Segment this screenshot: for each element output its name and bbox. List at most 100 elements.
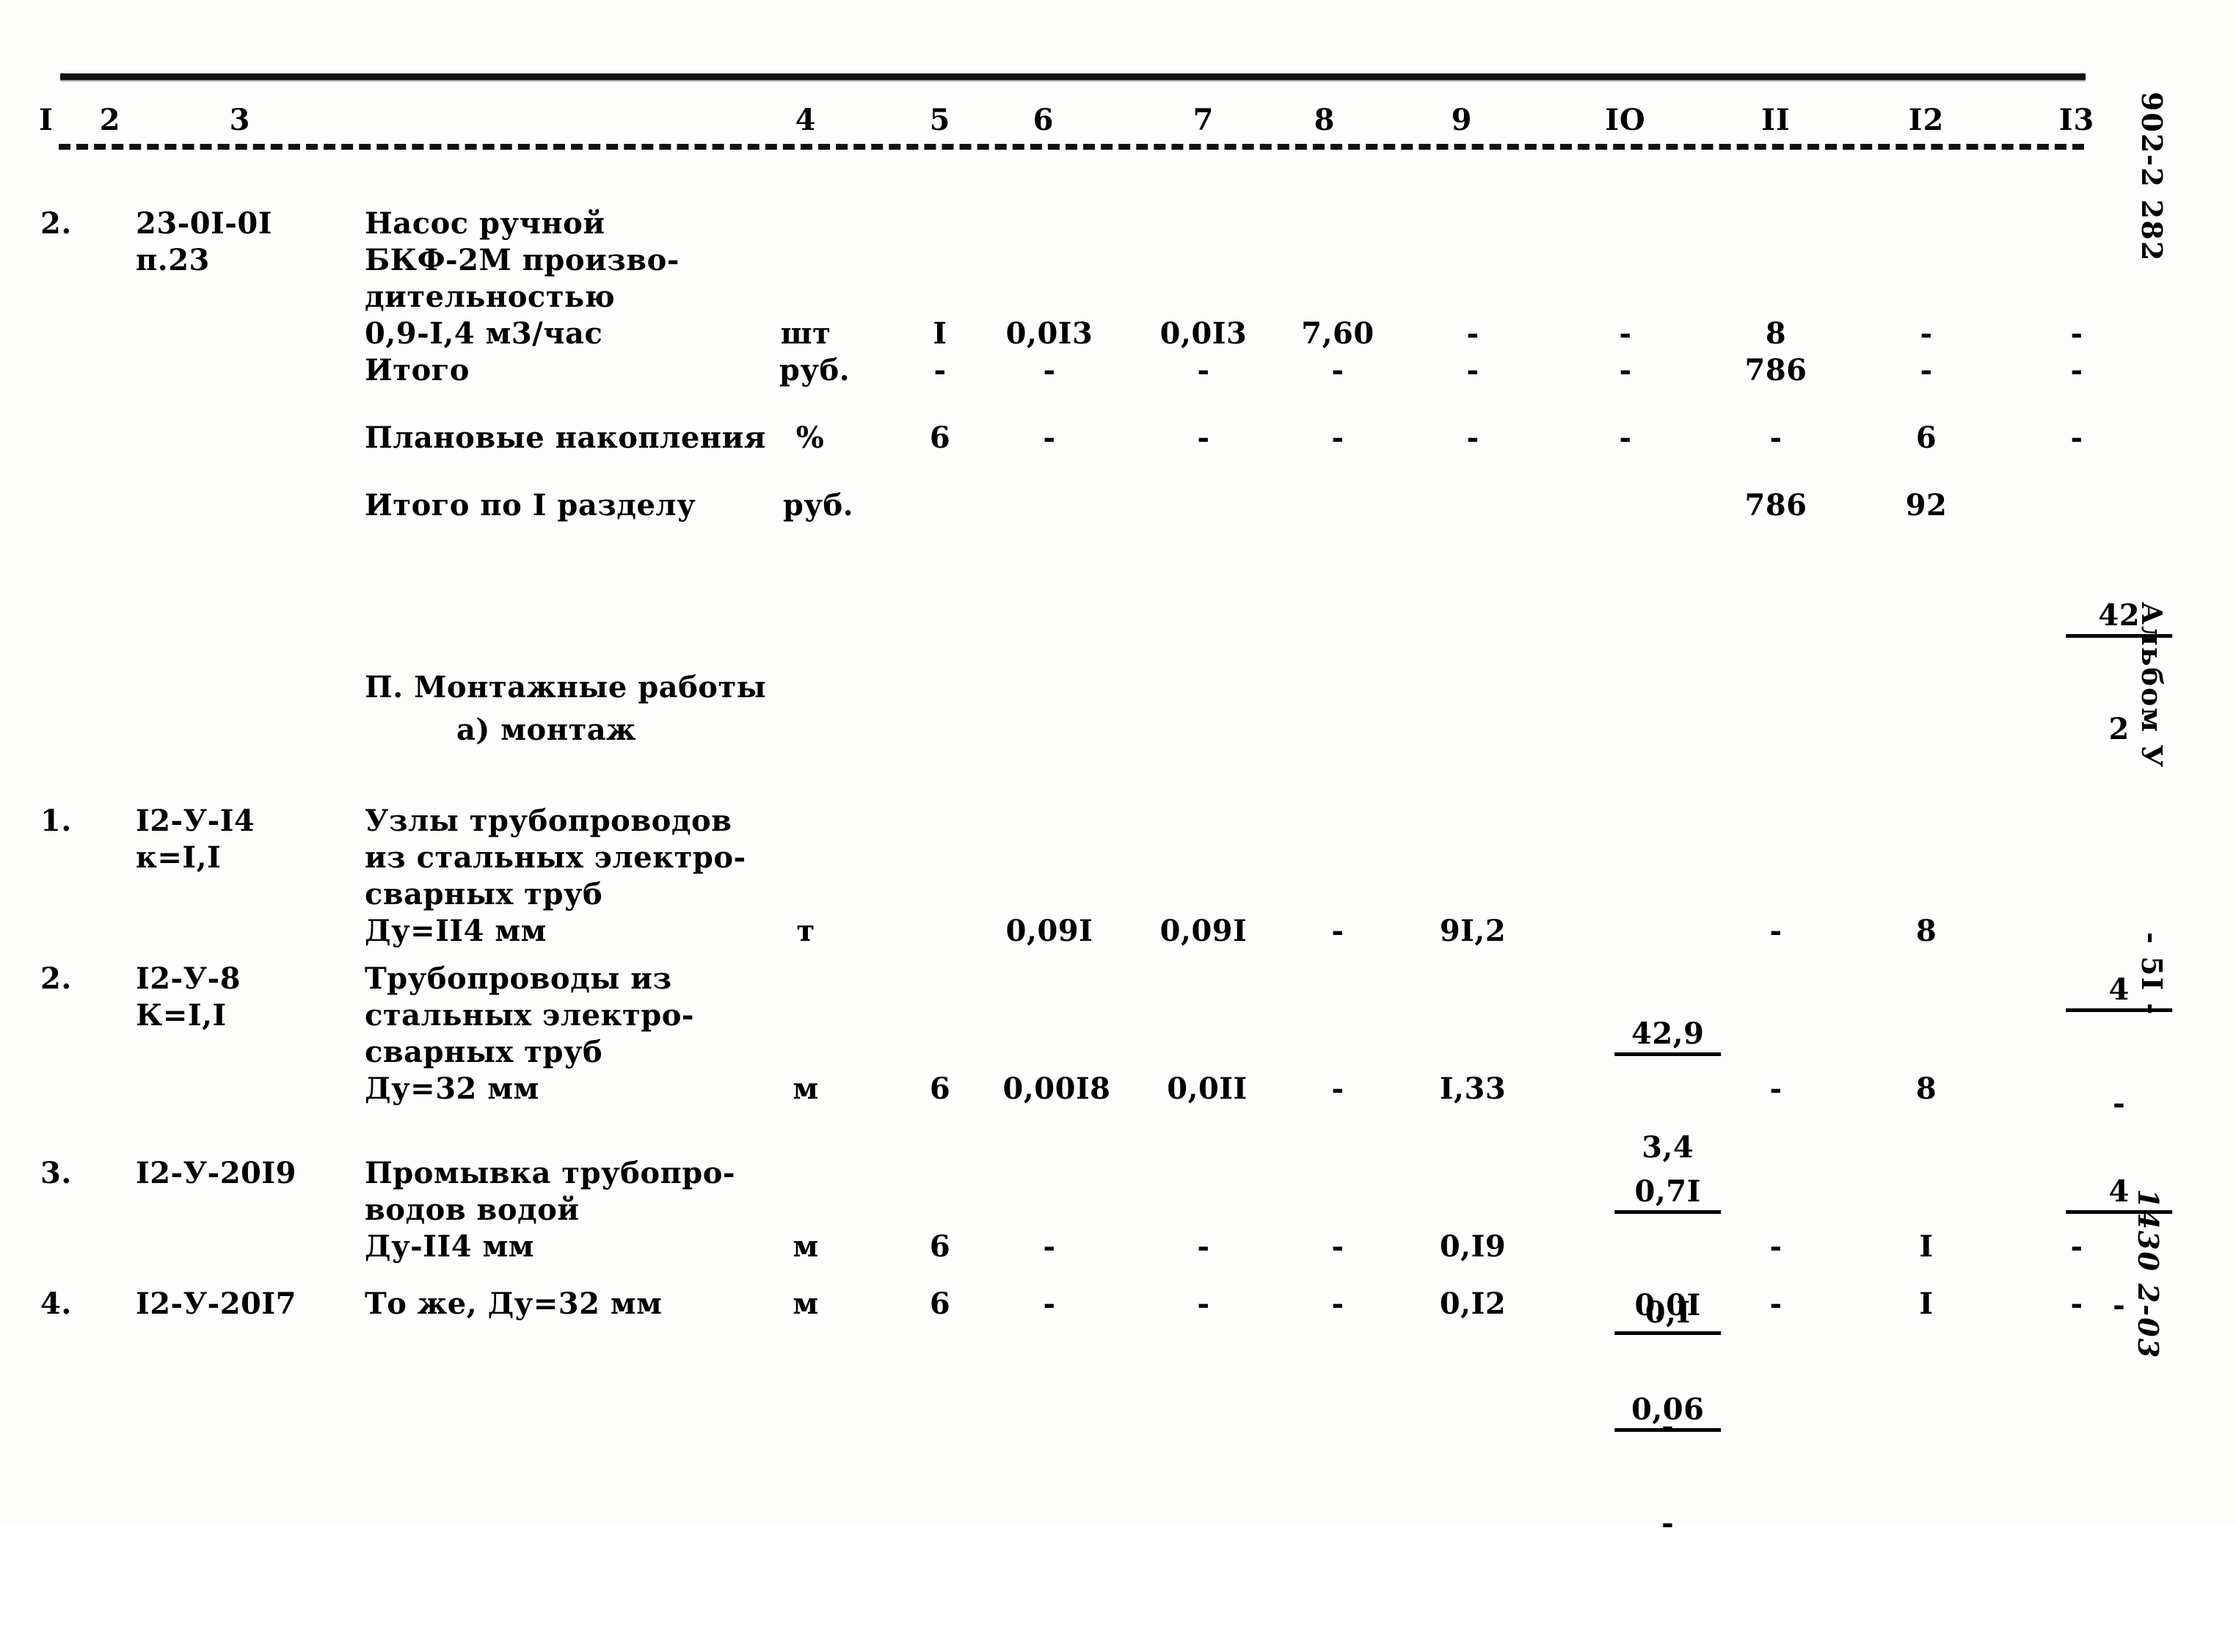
cell-col13: - [2070,316,2083,351]
margin-note-page: - 5I - [2135,932,2168,1016]
header-dashed-rule [59,144,2084,150]
fraction-denominator: - [1661,1506,1675,1540]
column-number-9: 9 [1451,103,1473,137]
table-row: 2. I2-У-8 К=I,I Трубопроводы из стальных… [0,961,2172,1322]
cell-col11: - [1769,1071,1782,1106]
cell-col4: руб. [779,353,851,387]
cell-col11: - [1769,1229,1782,1264]
table-row: Итого руб. - - - - - - 786 - - [0,352,2128,420]
cell-col8: - [1331,1287,1344,1321]
cell-col7: - [1197,353,1210,387]
row-number: 1. [40,804,72,838]
cell-col7: 0,0I3 [1159,316,1248,351]
table-row: Итого по I разделу руб. 786 92 42 2 [0,487,2172,746]
cell-col13: - [2070,353,2083,387]
column-number-4: 4 [795,103,817,137]
cell-col6: - [1043,1287,1056,1321]
row-description: Трубопроводы из стальных электро- сварны… [365,961,694,1106]
cell-col9: - [1466,353,1479,387]
table-row: Плановые накопления % 6 - - - - - - 6 - [0,420,2128,487]
row-description: Насос ручной БКФ-2М произво- дительность… [365,206,680,351]
cell-col7: 0,0II [1167,1071,1248,1106]
cell-col7: 0,09I [1159,914,1248,948]
cell-col13: - [2070,1229,2083,1264]
cell-col10: - [1619,421,1632,455]
cell-col5: 6 [929,1071,951,1106]
cell-col6: - [1043,421,1056,455]
cell-col4: т [796,914,815,948]
cell-col12: 6 [1915,421,1937,455]
row-description: То же, Ду=32 мм [365,1287,663,1321]
cell-col11: 8 [1765,316,1787,351]
top-horizontal-rule [60,73,2086,80]
cell-col9: - [1466,316,1479,351]
cell-col8: - [1331,914,1344,948]
cell-col8: - [1331,1071,1344,1106]
column-number-11: II [1761,103,1791,137]
table-row: 3. I2-У-20I9 Промывка трубопро- водов во… [0,1155,2128,1444]
column-number-7: 7 [1192,103,1214,137]
cell-col13: - [2070,1287,2083,1321]
cell-col8: - [1331,353,1344,387]
cell-col12: - [1920,316,1933,351]
column-number-3: 3 [229,103,251,137]
cell-col9: 9I,2 [1439,914,1507,948]
cell-col10-fraction: 0,06 - [1530,1281,1721,1652]
cell-col12: I [1919,1287,1934,1321]
cell-col13: - [2070,421,2083,455]
cell-col4: м [793,1071,819,1106]
column-number-6: 6 [1033,103,1055,137]
cell-col5: 6 [929,1287,951,1321]
cell-col9: I,33 [1439,1071,1507,1106]
table-row: 2. 23-0I-0I п.23 Насос ручной БКФ-2М про… [0,205,2128,352]
cell-col12: I [1919,1229,1934,1264]
row-description: Узлы трубопроводов из стальных электро- … [365,804,746,948]
cell-col9: - [1466,421,1479,455]
column-number-12: I2 [1908,103,1945,137]
row-number: 4. [40,1287,72,1321]
cell-col10: - [1619,353,1632,387]
cell-col4: % [795,421,825,455]
row-number: 2. [40,206,72,241]
cell-col5: - [933,353,947,387]
cell-col12: - [1920,353,1933,387]
cell-col12: 92 [1905,488,1948,523]
cell-col6: - [1043,1229,1056,1264]
cell-col5: I [933,316,947,351]
section-heading-line2: а) монтаж [456,713,637,747]
cell-col8: - [1331,421,1344,455]
column-number-13: I3 [2058,103,2095,137]
row-description: Плановые накопления [365,421,766,455]
cell-col6: 0,00I8 [1002,1071,1111,1106]
cell-col12: 8 [1915,1071,1937,1106]
row-description: Итого по I разделу [365,488,696,523]
cell-col6: 0,09I [1005,914,1093,948]
column-number-2: 2 [99,103,121,137]
section-heading-line1: П. Монтажные работы [365,670,767,705]
cell-col11: - [1769,914,1782,948]
cell-col6: - [1043,353,1056,387]
cell-col8: - [1331,1229,1344,1264]
row-code: 23-0I-0I п.23 [136,206,272,277]
row-code: I2-У-8 К=I,I [136,961,241,1033]
table-row: 4. I2-У-20I7 То же, Ду=32 мм м 6 - - - 0… [0,1286,2128,1540]
cell-col11: 786 [1744,488,1807,523]
cell-col9: 0,I2 [1439,1287,1507,1321]
row-number: 3. [40,1156,72,1190]
cell-col5: 6 [929,421,951,455]
cell-col11: - [1769,1287,1782,1321]
cell-col5: 6 [929,1229,951,1264]
margin-note-sheet: 1430 2-03 [2132,1189,2165,1360]
cell-col9: 0,I9 [1439,1229,1507,1264]
margin-note-document-code: 902-2 282 [2135,92,2168,263]
cell-col6: 0,0I3 [1005,316,1093,351]
cell-col8: 7,60 [1301,316,1374,351]
cell-col4: м [793,1229,819,1264]
cell-col4: м [793,1287,819,1321]
column-number-10: IO [1605,103,1646,137]
cell-col7: - [1197,1229,1210,1264]
cell-col11: 786 [1744,353,1807,387]
table-row: 1. I2-У-I4 к=I,I Узлы трубопроводов из с… [0,803,2172,1165]
cell-col7: - [1197,1287,1210,1321]
fraction-numerator: 0,06 [1614,1391,1721,1432]
